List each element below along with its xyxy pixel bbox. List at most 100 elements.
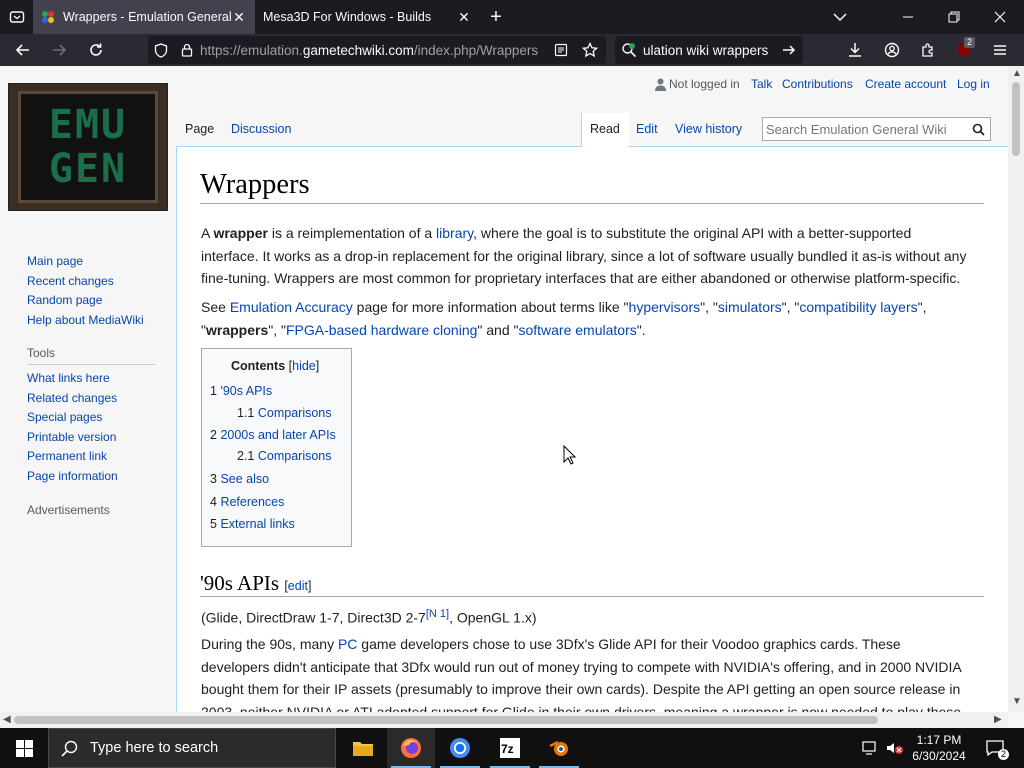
lock-icon[interactable] bbox=[174, 43, 200, 57]
contributions-link[interactable]: Contributions bbox=[782, 77, 853, 91]
tab-edit[interactable]: Edit bbox=[636, 122, 658, 146]
taskbar-clock[interactable]: 1:17 PM 6/30/2024 bbox=[905, 732, 973, 764]
tab-discussion[interactable]: Discussion bbox=[231, 122, 291, 146]
tab-read[interactable]: Read bbox=[590, 122, 620, 146]
network-tray-icon[interactable] bbox=[860, 728, 882, 768]
extensions-button[interactable] bbox=[910, 34, 946, 66]
toc-item[interactable]: 2 2000s and later APIs bbox=[210, 428, 336, 442]
section-edit-link[interactable]: edit bbox=[288, 579, 308, 593]
network-icon bbox=[862, 741, 876, 755]
horizontal-scrollbar[interactable]: ◀ ▶ bbox=[0, 712, 1008, 728]
search-go-icon[interactable] bbox=[775, 43, 803, 57]
sidebar-item-recent-changes[interactable]: Recent changes bbox=[27, 272, 144, 292]
table-of-contents: Contents [hide] 1 '90s APIs 1.1 Comparis… bbox=[201, 348, 352, 547]
search-icon bbox=[61, 740, 78, 757]
reader-view-icon[interactable] bbox=[548, 43, 574, 57]
taskbar-search-placeholder: Type here to search bbox=[90, 740, 219, 756]
sidebar-item-random-page[interactable]: Random page bbox=[27, 291, 144, 311]
sidebar-item-page-information[interactable]: Page information bbox=[27, 467, 118, 487]
account-button[interactable] bbox=[874, 34, 910, 66]
firefox-app[interactable] bbox=[387, 728, 435, 768]
toc-item[interactable]: 1 '90s APIs bbox=[210, 384, 272, 398]
logo-text-line: GEN bbox=[48, 146, 128, 192]
notifications-button[interactable]: 2 bbox=[980, 728, 1010, 768]
sidebar-item-main-page[interactable]: Main page bbox=[27, 252, 144, 272]
7zip-app[interactable]: 7z bbox=[486, 728, 534, 768]
compatibility-layers-link[interactable]: compatibility layers bbox=[799, 299, 917, 315]
fpga-link[interactable]: FPGA-based hardware cloning bbox=[286, 322, 477, 338]
tabs-dropdown-button[interactable] bbox=[817, 0, 863, 34]
logo-text-line: EMU bbox=[48, 102, 128, 148]
vertical-scrollbar[interactable]: ▲ ▼ bbox=[1008, 66, 1024, 712]
talk-link[interactable]: Talk bbox=[751, 77, 772, 91]
toc-item[interactable]: 5 External links bbox=[210, 517, 295, 531]
not-logged-in-text: Not logged in bbox=[669, 77, 740, 91]
minimize-icon bbox=[903, 16, 913, 18]
close-window-button[interactable] bbox=[977, 0, 1023, 34]
tab-view-history[interactable]: View history bbox=[675, 122, 742, 146]
sidebar-item-printable-version[interactable]: Printable version bbox=[27, 428, 118, 448]
tab-page[interactable]: Page bbox=[185, 122, 214, 146]
scroll-down-icon[interactable]: ▼ bbox=[1012, 696, 1022, 707]
software-emulators-link[interactable]: software emulators bbox=[518, 322, 636, 338]
sidebar-item-what-links-here[interactable]: What links here bbox=[27, 369, 118, 389]
search-icon[interactable] bbox=[966, 123, 990, 136]
new-tab-button[interactable]: + bbox=[480, 6, 512, 29]
start-button[interactable] bbox=[0, 728, 48, 768]
bookmark-star-icon[interactable] bbox=[574, 42, 606, 58]
mouse-cursor-icon bbox=[563, 445, 576, 465]
create-account-link[interactable]: Create account bbox=[865, 77, 946, 91]
hypervisors-link[interactable]: hypervisors bbox=[629, 299, 701, 315]
vertical-scroll-thumb[interactable] bbox=[1012, 82, 1020, 156]
login-link[interactable]: Log in bbox=[957, 77, 990, 91]
toc-item[interactable]: 4 References bbox=[210, 495, 284, 509]
toc-item[interactable]: 3 See also bbox=[210, 472, 269, 486]
wiki-logo[interactable]: EMU GEN bbox=[8, 83, 168, 211]
reload-button[interactable] bbox=[78, 34, 114, 66]
scroll-left-icon[interactable]: ◀ bbox=[3, 714, 11, 725]
simulators-link[interactable]: simulators bbox=[718, 299, 782, 315]
downloads-button[interactable] bbox=[837, 34, 873, 66]
puzzle-icon bbox=[922, 43, 933, 57]
taskbar-search[interactable]: Type here to search bbox=[48, 728, 336, 768]
clock-date: 6/30/2024 bbox=[912, 749, 966, 763]
sidebar-item-related-changes[interactable]: Related changes bbox=[27, 389, 118, 409]
sidebar-item-help[interactable]: Help about MediaWiki bbox=[27, 311, 144, 331]
toc-item[interactable]: 2.1 Comparisons bbox=[237, 449, 332, 463]
address-bar[interactable]: https://emulation.gametechwiki.com/index… bbox=[148, 36, 606, 64]
ublock-button[interactable]: 2 bbox=[946, 34, 982, 66]
toc-hide-link[interactable]: hide bbox=[292, 359, 316, 373]
close-tab-icon[interactable]: ✕ bbox=[456, 9, 472, 26]
emulation-accuracy-link[interactable]: Emulation Accuracy bbox=[230, 299, 353, 315]
download-icon bbox=[849, 43, 861, 57]
tab-mesa3d[interactable]: Mesa3D For Windows - Builds ✕ bbox=[255, 0, 480, 34]
file-explorer-app[interactable] bbox=[339, 728, 387, 768]
wiki-search-input[interactable]: Search Emulation General Wiki bbox=[762, 117, 991, 141]
search-bar[interactable]: ulation wiki wrappers bbox=[615, 36, 803, 64]
toc-item[interactable]: 1.1 Comparisons bbox=[237, 406, 332, 420]
search-engine-icon[interactable] bbox=[615, 42, 643, 58]
tab-wrappers[interactable]: Wrappers - Emulation General Wiki ✕ bbox=[33, 0, 255, 34]
section-rule bbox=[200, 596, 984, 597]
restore-button[interactable] bbox=[931, 0, 977, 34]
forward-button[interactable] bbox=[41, 34, 77, 66]
sidebar-item-permanent-link[interactable]: Permanent link bbox=[27, 447, 118, 467]
volume-tray-icon[interactable] bbox=[884, 728, 906, 768]
horizontal-scroll-thumb[interactable] bbox=[14, 716, 878, 724]
shield-icon[interactable] bbox=[148, 42, 174, 58]
pc-link[interactable]: PC bbox=[338, 636, 357, 652]
close-tab-icon[interactable]: ✕ bbox=[231, 9, 247, 26]
blender-app[interactable] bbox=[535, 728, 583, 768]
tab-list-button[interactable] bbox=[0, 0, 33, 34]
chrome-app[interactable] bbox=[436, 728, 484, 768]
menu-button[interactable] bbox=[982, 34, 1018, 66]
browser-tabbar: Wrappers - Emulation General Wiki ✕ Mesa… bbox=[0, 0, 1024, 34]
sidebar-item-special-pages[interactable]: Special pages bbox=[27, 408, 118, 428]
scroll-up-icon[interactable]: ▲ bbox=[1012, 68, 1022, 79]
scroll-right-icon[interactable]: ▶ bbox=[994, 714, 1002, 725]
minimize-button[interactable] bbox=[885, 0, 931, 34]
library-link[interactable]: library bbox=[436, 225, 473, 241]
restore-icon bbox=[948, 11, 960, 23]
back-button[interactable] bbox=[5, 34, 41, 66]
footnote-link[interactable]: [N 1] bbox=[426, 608, 449, 620]
